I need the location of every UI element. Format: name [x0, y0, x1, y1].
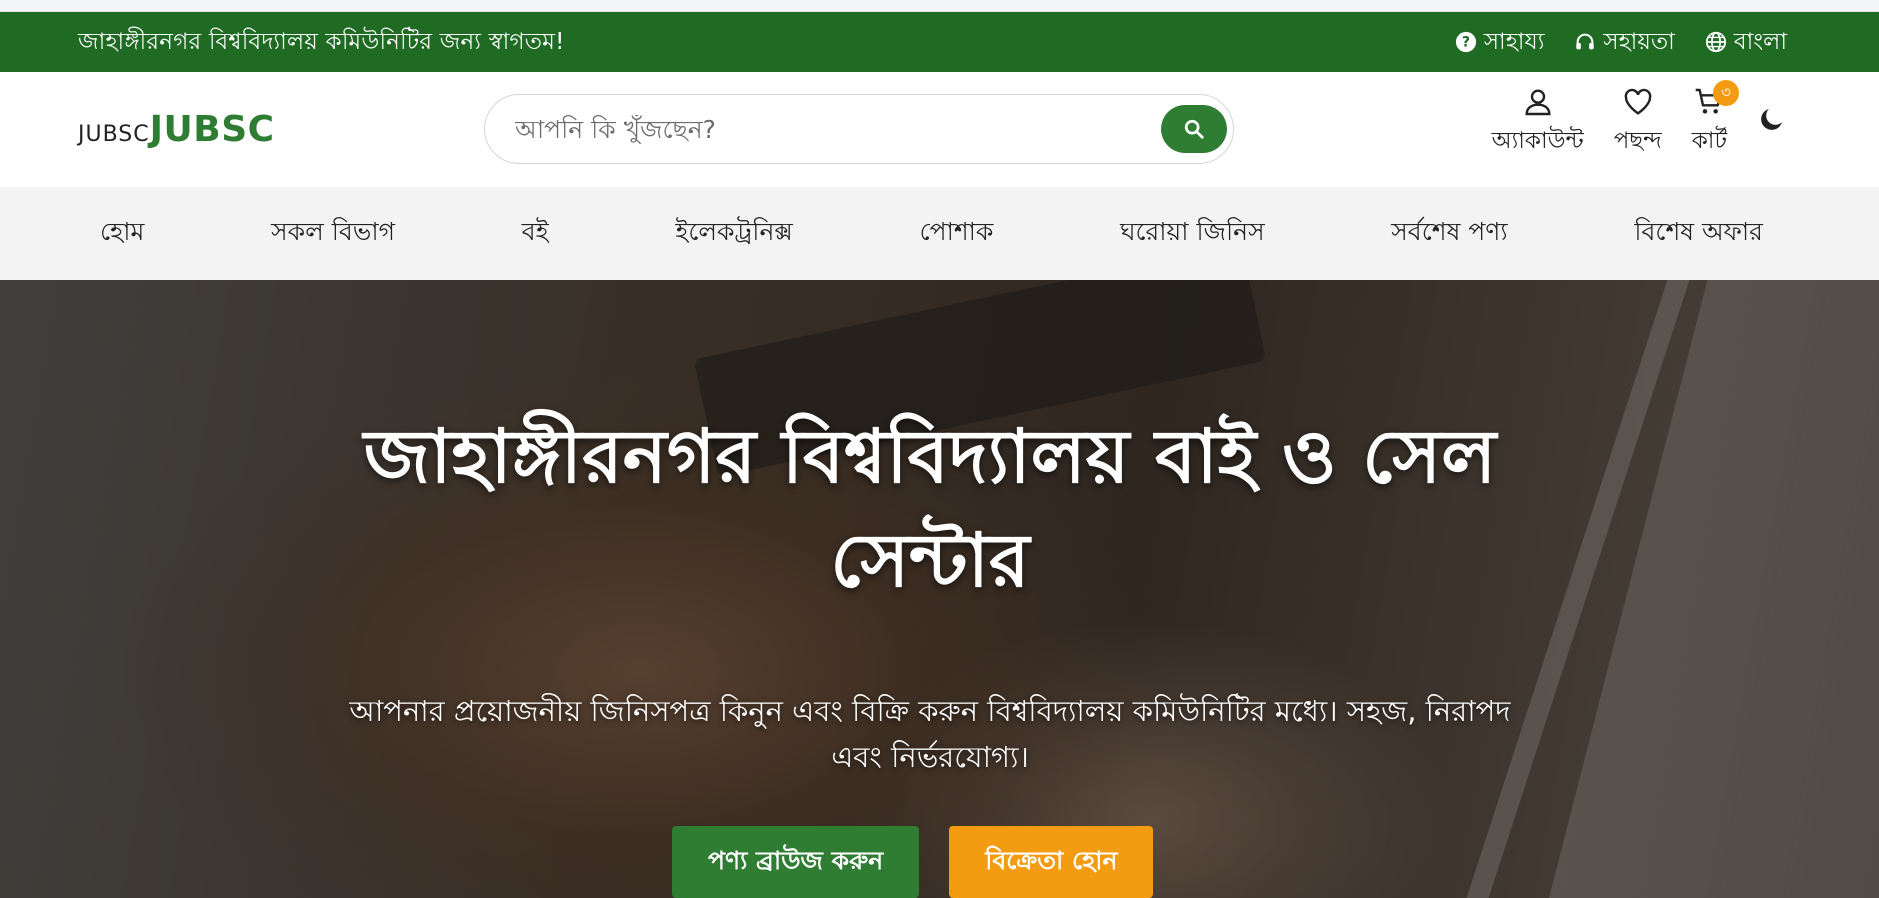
wishlist-label: পছন্দ — [1613, 128, 1662, 154]
browse-products-button[interactable]: পণ্য ব্রাউজ করুন — [672, 826, 920, 898]
cart-label: কার্ট — [1691, 128, 1727, 154]
cart-count-badge: ৩ — [1713, 80, 1739, 106]
globe-icon — [1705, 31, 1726, 53]
nav-item-books[interactable]: বই — [522, 212, 549, 255]
main-nav: হোম সকল বিভাগ বই ইলেকট্রনিক্স পোশাক ঘরোয… — [0, 187, 1879, 280]
browser-top-strip — [0, 0, 1879, 12]
cart-button[interactable]: ৩ কার্ট — [1691, 80, 1739, 161]
headset-icon — [1576, 33, 1595, 50]
become-seller-button[interactable]: বিক্রেতা হোন — [949, 826, 1154, 898]
hero-buttons: পণ্য ব্রাউজ করুন বিক্রেতা হোন — [672, 826, 1154, 898]
account-button[interactable]: অ্যাকাউন্ট — [1492, 86, 1584, 161]
welcome-message: জাহাঙ্গীরনগর বিশ্ববিদ্যালয় কমিউনিটির জন… — [78, 28, 565, 55]
site-header: JUBSC JUBSC অ্যাকাউন্ট পছন্দ ৩ কার্ট — [0, 72, 1879, 187]
help-circle-icon: ? — [1455, 31, 1476, 53]
svg-text:?: ? — [1462, 35, 1470, 51]
heart-icon — [1624, 88, 1652, 115]
help-link[interactable]: ? সাহায্য — [1455, 23, 1545, 62]
top-links: ? সাহায্য সহায়তা বাংলা — [1455, 23, 1787, 62]
header-actions: অ্যাকাউন্ট পছন্দ ৩ কার্ট — [1492, 80, 1787, 161]
search-input[interactable] — [515, 114, 1161, 144]
language-label: বাংলা — [1733, 28, 1787, 55]
hero-banner: জাহাঙ্গীরনগর বিশ্ববিদ্যালয় বাই ও সেল সে… — [0, 280, 1879, 898]
user-icon — [1525, 89, 1551, 116]
search-icon — [1184, 119, 1204, 139]
dark-mode-toggle-icon[interactable] — [1757, 104, 1787, 134]
search-bar — [484, 94, 1234, 164]
nav-item-latest-products[interactable]: সর্বশেষ পণ্য — [1391, 212, 1507, 255]
support-link[interactable]: সহায়তা — [1574, 23, 1675, 62]
search-button[interactable] — [1161, 105, 1227, 153]
nav-item-special-offers[interactable]: বিশেষ অফার — [1634, 212, 1763, 255]
logo-big-text: JUBSC — [149, 109, 275, 150]
account-label: অ্যাকাউন্ট — [1491, 128, 1584, 154]
hero-title: জাহাঙ্গীরনগর বিশ্ববিদ্যালয় বাই ও সেল সে… — [363, 414, 1497, 604]
nav-item-household[interactable]: ঘরোয়া জিনিস — [1120, 212, 1265, 255]
support-link-label: সহায়তা — [1603, 28, 1675, 55]
site-logo[interactable]: JUBSC JUBSC — [78, 109, 275, 150]
nav-item-electronics[interactable]: ইলেকট্রনিক্স — [675, 212, 792, 255]
top-bar: জাহাঙ্গীরনগর বিশ্ববিদ্যালয় কমিউনিটির জন… — [0, 12, 1879, 72]
wishlist-button[interactable]: পছন্দ — [1614, 86, 1662, 161]
nav-item-clothing[interactable]: পোশাক — [919, 212, 993, 255]
language-selector[interactable]: বাংলা — [1705, 23, 1787, 62]
logo-small-text: JUBSC — [78, 122, 150, 147]
nav-item-home[interactable]: হোম — [100, 212, 144, 255]
hero-subtitle: আপনার প্রয়োজনীয় জিনিসপত্র কিনুন এবং বি… — [349, 694, 1511, 774]
nav-item-all-categories[interactable]: সকল বিভাগ — [271, 212, 395, 255]
help-link-label: সাহায্য — [1483, 28, 1545, 55]
